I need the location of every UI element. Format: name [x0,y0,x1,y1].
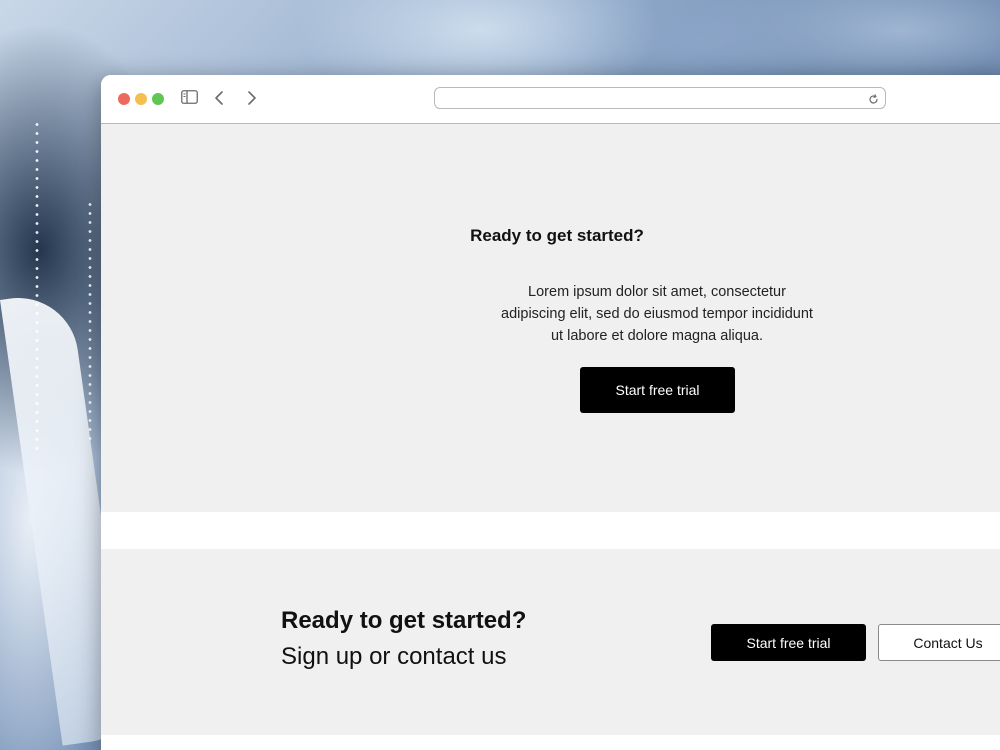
cta-subtitle: Sign up or contact us [281,643,507,670]
cta-section: Ready to get started? Sign up or contact… [101,549,1000,735]
browser-toolbar [101,75,1000,124]
hero-description: Lorem ipsum dolor sit amet, consectetur … [501,284,813,344]
close-window-button[interactable] [118,93,130,105]
cta-start-free-trial-button[interactable]: Start free trial [711,624,866,661]
sidebar-icon[interactable] [181,90,198,104]
section-divider [101,512,1000,549]
wallpaper-dots [88,200,92,440]
browser-window: Ready to get started? Lorem ipsum dolor … [101,75,1000,750]
contact-us-button[interactable]: Contact Us [878,624,1000,661]
address-input[interactable] [443,90,867,108]
desktop-wallpaper: Ready to get started? Lorem ipsum dolor … [0,0,1000,750]
wallpaper-dots [35,120,39,450]
minimize-window-button[interactable] [135,93,147,105]
hero-section: Ready to get started? Lorem ipsum dolor … [101,124,1000,512]
start-free-trial-button[interactable]: Start free trial [580,367,735,413]
address-bar[interactable] [434,87,886,109]
cta-title: Ready to get started? [281,607,527,634]
chevron-left-icon[interactable] [214,90,224,106]
hero-title: Ready to get started? [470,226,644,245]
chevron-right-icon[interactable] [247,90,257,106]
zoom-window-button[interactable] [152,93,164,105]
reload-icon[interactable] [868,92,879,110]
page-bottom [101,735,1000,750]
